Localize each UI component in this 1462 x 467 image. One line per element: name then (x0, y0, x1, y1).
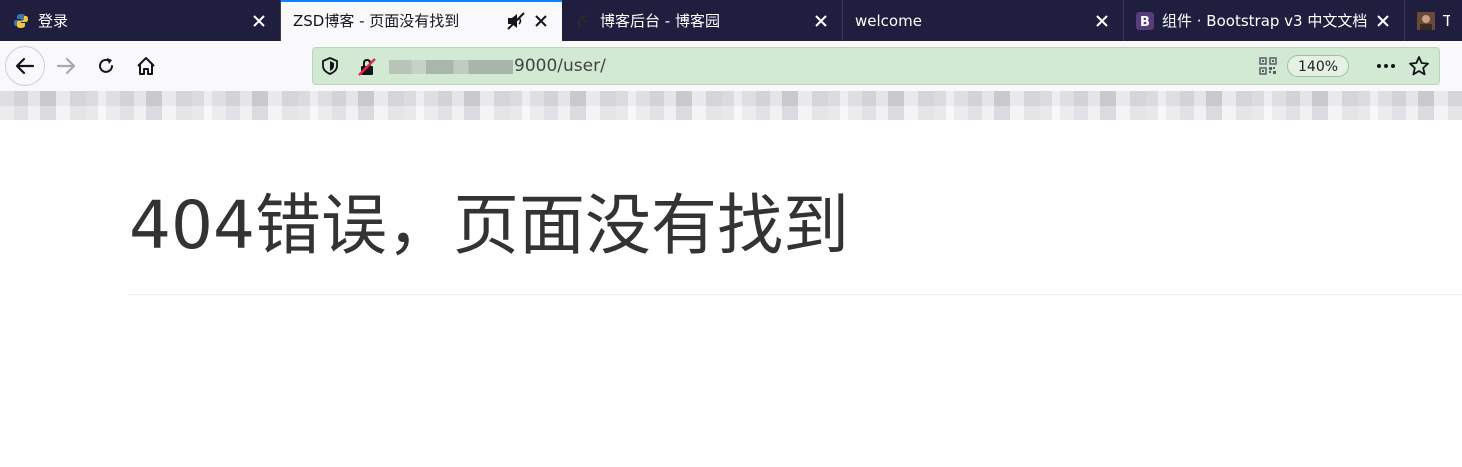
tab-title: 组件 · Bootstrap v3 中文文档 (1162, 12, 1368, 30)
home-button[interactable] (126, 46, 166, 86)
qr-code-icon[interactable] (1259, 57, 1277, 75)
tab-strip: 登录 ZSD博客 - 页面没有找到 博客后台 - 博客园 welcome B 组… (0, 0, 1462, 41)
tab-zsd-blog[interactable]: ZSD博客 - 页面没有找到 (281, 0, 562, 41)
address-bar[interactable]: 9000/user/ 140% (312, 47, 1440, 85)
reload-button[interactable] (86, 46, 126, 86)
bootstrap-logo-icon: B (1136, 11, 1154, 30)
tab-title: 博客后台 - 博客园 (600, 12, 720, 30)
bookmarks-toolbar-redacted (0, 91, 1462, 120)
url-text[interactable]: 9000/user/ (514, 56, 606, 76)
cnblogs-logo-icon (574, 12, 592, 30)
heading-divider (129, 294, 1462, 295)
home-icon (137, 57, 155, 75)
zoom-level-button[interactable]: 140% (1287, 55, 1350, 77)
tab-title: ZSD博客 - 页面没有找到 (293, 12, 460, 30)
tab-bootstrap-docs[interactable]: B 组件 · Bootstrap v3 中文文档 (1124, 0, 1405, 41)
close-tab-icon[interactable] (812, 12, 830, 30)
page-actions-menu-icon[interactable] (1375, 57, 1397, 75)
tracking-protection-shield-icon[interactable] (321, 57, 339, 75)
tab-login[interactable]: 登录 (0, 0, 281, 41)
close-tab-icon[interactable] (1374, 12, 1392, 30)
insecure-connection-lock-icon[interactable] (357, 57, 377, 77)
avatar-icon (1417, 11, 1435, 30)
close-tab-icon[interactable] (250, 12, 268, 30)
tab-title: 登录 (38, 12, 69, 30)
reload-icon (99, 58, 113, 73)
python-logo-icon (12, 12, 30, 30)
redacted-host (389, 60, 513, 74)
forward-arrow-icon (56, 57, 76, 75)
forward-button[interactable] (46, 46, 86, 86)
page-title: 404错误，页面没有找到 (129, 187, 849, 264)
tab-blog-admin[interactable]: 博客后台 - 博客园 (562, 0, 843, 41)
close-tab-icon[interactable] (532, 12, 550, 30)
back-button[interactable] (5, 46, 45, 86)
back-arrow-icon (15, 57, 35, 75)
navigation-toolbar: 9000/user/ 140% (0, 41, 1462, 91)
tab-title: welcome (855, 11, 922, 30)
tab-welcome[interactable]: welcome (843, 0, 1124, 41)
bookmark-star-icon[interactable] (1408, 55, 1430, 77)
tab-partial[interactable]: Th (1405, 0, 1462, 41)
svg-text:B: B (1140, 15, 1150, 30)
mute-tab-icon[interactable] (506, 11, 526, 30)
tab-title: Th (1443, 11, 1450, 30)
close-tab-icon[interactable] (1093, 12, 1111, 30)
